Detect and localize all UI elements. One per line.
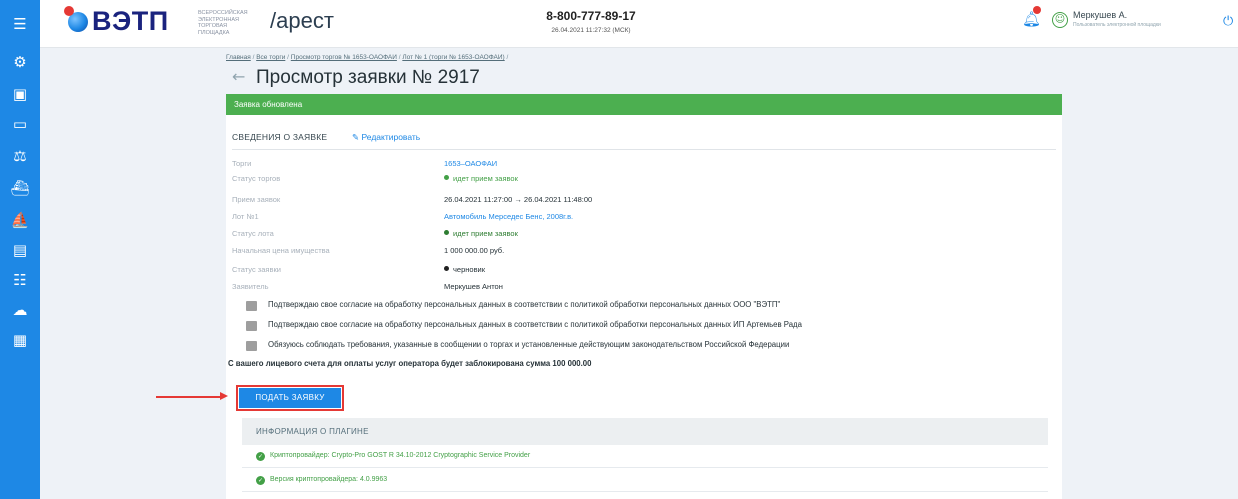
cloud-icon[interactable]: ☁ [10,300,30,320]
logo-mark-icon[interactable] [64,6,88,32]
consent-checkbox[interactable] [246,301,257,311]
logo-text[interactable]: ВЭТП [92,6,169,37]
detail-label: Статус лота [232,229,274,238]
document-icon[interactable]: ▣ [10,84,30,104]
consent-text: Подтверждаю свое согласие на обработку п… [268,300,781,309]
breadcrumb-item[interactable]: Просмотр торгов № 1653-ОАОФАИ [291,54,397,61]
consent-text: Подтверждаю свое согласие на обработку п… [268,320,802,329]
top-header: ВЭТП ВСЕРОССИЙСКАЯ ЭЛЕКТРОННАЯ ТОРГОВАЯ … [40,0,1238,48]
user-name[interactable]: Меркушев А. [1073,10,1127,20]
application-card: СВЕДЕНИЯ О ЗАЯВКЕ ✎ Редактировать Торги … [226,115,1062,499]
breadcrumb-item[interactable]: Все торги [256,54,285,61]
settings-gear-icon[interactable]: ⚙ [10,52,30,72]
detail-label: Прием заявок [232,195,281,204]
plugin-info-text: Версия криптопровайдера: 4.0.9963 [270,476,388,483]
logo-subtitle: ВСЕРОССИЙСКАЯ ЭЛЕКТРОННАЯ ТОРГОВАЯ ПЛОЩА… [198,10,258,36]
status-dot-icon [444,230,449,235]
menu-icon[interactable]: ☰ [10,14,30,34]
success-banner: Заявка обновлена [226,94,1062,115]
check-circle-icon: ✓ [256,452,265,461]
user-role: Пользователь электронной площадки [1073,22,1161,28]
server-datetime: 26.04.2021 11:27:32 (МСК) [551,27,631,34]
power-logout-icon[interactable]: ⏻ [1223,14,1233,29]
contract-icon[interactable]: ▦ [10,330,30,350]
detail-label: Статус заявки [232,265,281,274]
detail-label: Заявитель [232,282,269,291]
edit-label: Редактировать [361,132,421,142]
plugin-info-header: ИНФОРМАЦИЯ О ПЛАГИНЕ [242,418,1048,445]
breadcrumb-separator: / [506,54,509,61]
edit-link[interactable]: ✎ Редактировать [352,132,420,143]
breadcrumb-separator: / [252,54,255,61]
pencil-icon: ✎ [352,133,360,143]
breadcrumb: Главная / Все торги / Просмотр торгов № … [226,54,508,61]
auction-link[interactable]: 1653–ОАОФАИ [444,159,497,168]
status-dot-icon [444,175,449,180]
consent-checkbox[interactable] [246,321,257,331]
section-title: СВЕДЕНИЯ О ЗАЯВКЕ [232,132,328,142]
app-root: ☰ ⚙ ▣ ▭ ⚖ ⛴ ⛵ ▤ ☷ ☁ ▦ ВЭТП ВСЕРОССИЙСКАЯ… [0,0,1238,499]
ship-icon[interactable]: ⛴ [10,178,30,198]
annotation-arrow-head [220,392,228,400]
status-text: черновик [453,265,486,274]
submit-application-button[interactable]: ПОДАТЬ ЗАЯВКУ [239,388,341,408]
plugin-info-row: ✓ Криптопровайдер: Crypto-Pro GOST R 34.1… [256,452,530,461]
page-title: Просмотр заявки № 2917 [256,67,480,88]
detail-label: Статус торгов [232,174,281,183]
status-value: идет прием заявок [444,174,518,183]
consent-text: Обязуюсь соблюдать требования, указанные… [268,340,790,349]
back-arrow-icon[interactable]: ← [232,67,245,86]
divider [232,149,1056,150]
divider [242,467,1048,468]
breadcrumb-item[interactable]: Лот № 1 (торги № 1653-ОАОФАИ) [402,54,504,61]
scale-icon[interactable]: ⚖ [10,146,30,166]
status-text: идет прием заявок [453,229,518,238]
logo-subtitle-line: ТОРГОВАЯ ПЛОЩАДКА [198,23,230,36]
status-value: черновик [444,265,485,274]
detail-value: 26.04.2021 11:27:00 → 26.04.2021 11:48:0… [444,195,593,204]
detail-label: Начальная цена имущества [232,246,330,255]
status-text: идет прием заявок [453,174,518,183]
breadcrumb-item[interactable]: Главная [226,54,251,61]
card-icon[interactable]: ▭ [10,114,30,134]
support-phone[interactable]: 8-800-777-89-17 [526,9,656,23]
user-avatar-icon[interactable]: ☺ [1052,12,1068,28]
breadcrumb-separator: / [398,54,401,61]
detail-value: 1 000 000.00 руб. [444,246,505,255]
status-dot-icon [444,266,449,271]
notification-badge [1033,6,1041,14]
divider [242,491,1048,492]
list-icon[interactable]: ☷ [10,270,30,290]
check-circle-icon: ✓ [256,476,265,485]
annotation-arrow [156,396,224,398]
detail-label: Лот №1 [232,212,259,221]
app-name: /арест [270,8,334,33]
block-amount-note: С вашего лицевого счета для оплаты услуг… [228,359,592,368]
detail-value: Меркушев Антон [444,282,503,291]
ship-outline-icon[interactable]: ⛵ [10,210,30,230]
status-value: идет прием заявок [444,229,518,238]
plugin-info-row: ✓ Версия криптопровайдера: 4.0.9963 [256,476,387,485]
plugin-info-text: Криптопровайдер: Crypto-Pro GOST R 34.10… [270,452,531,459]
clipboard-icon[interactable]: ▤ [10,240,30,260]
lot-link[interactable]: Автомобиль Мерседес Бенс, 2008г.в. [444,212,573,221]
breadcrumb-separator: / [287,54,289,61]
detail-label: Торги [232,159,252,168]
sidebar: ☰ ⚙ ▣ ▭ ⚖ ⛴ ⛵ ▤ ☷ ☁ ▦ [0,0,40,499]
consent-checkbox[interactable] [246,341,257,351]
